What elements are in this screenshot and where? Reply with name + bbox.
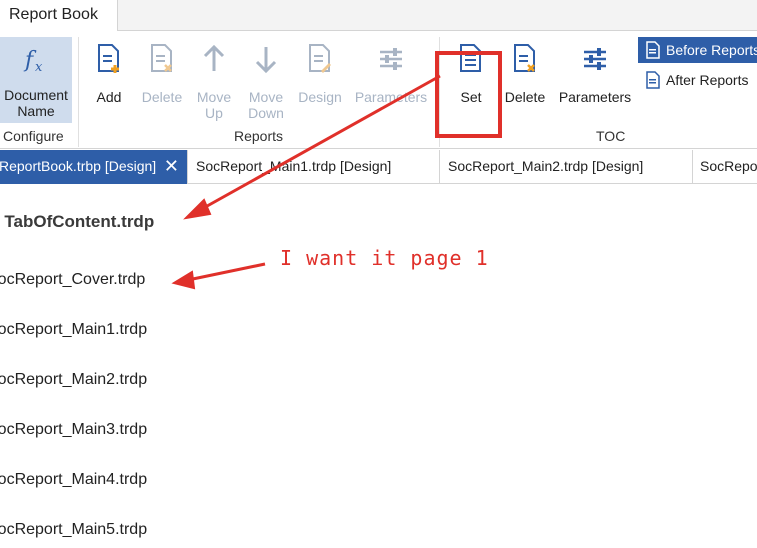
move-up-label-2: Up xyxy=(205,105,223,121)
move-up-button[interactable]: Move Up xyxy=(193,43,235,121)
arrow-down-icon xyxy=(255,47,277,74)
list-item[interactable]: SocReport_Main5.trdp xyxy=(0,521,147,539)
before-reports-button[interactable]: Before Reports xyxy=(638,37,757,63)
svg-text:x: x xyxy=(35,60,43,75)
document-after-icon xyxy=(646,71,660,89)
delete-report-button[interactable]: Delete xyxy=(139,43,185,105)
document-before-icon xyxy=(646,41,660,59)
list-item[interactable]: SocReport_Main4.trdp xyxy=(0,471,147,489)
delete-document-icon xyxy=(151,44,172,72)
after-reports-label: After Reports xyxy=(666,72,749,88)
document-name-label-1: Document xyxy=(4,87,68,103)
configure-group-label: Configure xyxy=(3,128,64,144)
list-item[interactable]: SocReport_Main3.trdp xyxy=(0,421,147,439)
tab-label: ReportBook.trbp [Design] xyxy=(0,158,157,174)
ribbon: f x Document Name Configure Add Delete M… xyxy=(0,31,757,149)
tab-reportbook[interactable]: ReportBook.trbp [Design] ✕ xyxy=(0,150,188,184)
reports-parameters-button[interactable]: Parameters xyxy=(351,43,431,105)
toc-delete-label: Delete xyxy=(504,89,546,105)
toc-title[interactable]: - TabOfContent.trdp xyxy=(0,212,154,232)
delete-label: Delete xyxy=(141,89,183,105)
after-reports-button[interactable]: After Reports xyxy=(638,67,757,93)
design-button[interactable]: Design xyxy=(296,43,344,105)
move-up-label-1: Move xyxy=(196,89,232,105)
toc-parameters-button[interactable]: Parameters xyxy=(555,43,635,105)
sliders-icon xyxy=(584,48,606,70)
set-button-highlight xyxy=(435,51,502,138)
toc-parameters-label: Parameters xyxy=(558,89,632,105)
delete-document-icon xyxy=(514,44,535,72)
parameters-label: Parameters xyxy=(354,89,428,105)
report-book-tab[interactable]: Report Book xyxy=(0,0,118,32)
arrow-to-cover xyxy=(171,262,266,290)
document-tabs: ReportBook.trbp [Design] ✕ SocReport_Mai… xyxy=(0,150,757,184)
separator xyxy=(78,37,79,147)
arrow-up-icon xyxy=(203,44,225,71)
list-item[interactable]: SocReport_Cover.trdp xyxy=(0,271,145,289)
toc-group-label: TOC xyxy=(596,128,626,144)
move-down-label-1: Move xyxy=(248,89,284,105)
function-icon: f x xyxy=(23,48,43,75)
tab-socreport-main3[interactable]: SocReport_Main3.trdp [Design] xyxy=(693,150,757,184)
tab-label: SocReport_Main1.trdp [Design] xyxy=(196,158,392,174)
add-label: Add xyxy=(96,89,122,105)
tab-socreport-main1[interactable]: SocReport_Main1.trdp [Design] xyxy=(188,150,440,184)
document-name-label-2: Name xyxy=(17,103,55,119)
tab-label: SocReport_Main2.trdp [Design] xyxy=(448,158,644,174)
reports-group-label: Reports xyxy=(234,128,284,144)
design-label: Design xyxy=(298,89,342,105)
document-name-button[interactable]: f x Document Name xyxy=(0,37,72,123)
list-item[interactable]: SocReport_Main2.trdp xyxy=(0,371,147,389)
before-reports-label: Before Reports xyxy=(666,42,757,58)
list-item[interactable]: SocReport_Main1.trdp xyxy=(0,321,147,339)
design-document-icon xyxy=(309,44,331,73)
sliders-icon xyxy=(380,48,402,70)
add-document-icon xyxy=(98,44,119,73)
annotation-text: I want it page 1 xyxy=(280,246,489,270)
toc-delete-button[interactable]: Delete xyxy=(502,43,548,105)
move-down-label-2: Down xyxy=(248,105,284,121)
add-report-button[interactable]: Add xyxy=(88,43,130,105)
tab-label: SocReport_Main3.trdp [Design] xyxy=(700,158,757,174)
title-bar: Report Book xyxy=(0,0,757,32)
move-down-button[interactable]: Move Down xyxy=(244,43,288,121)
tab-socreport-main2[interactable]: SocReport_Main2.trdp [Design] xyxy=(440,150,693,184)
close-icon[interactable]: ✕ xyxy=(164,156,179,177)
